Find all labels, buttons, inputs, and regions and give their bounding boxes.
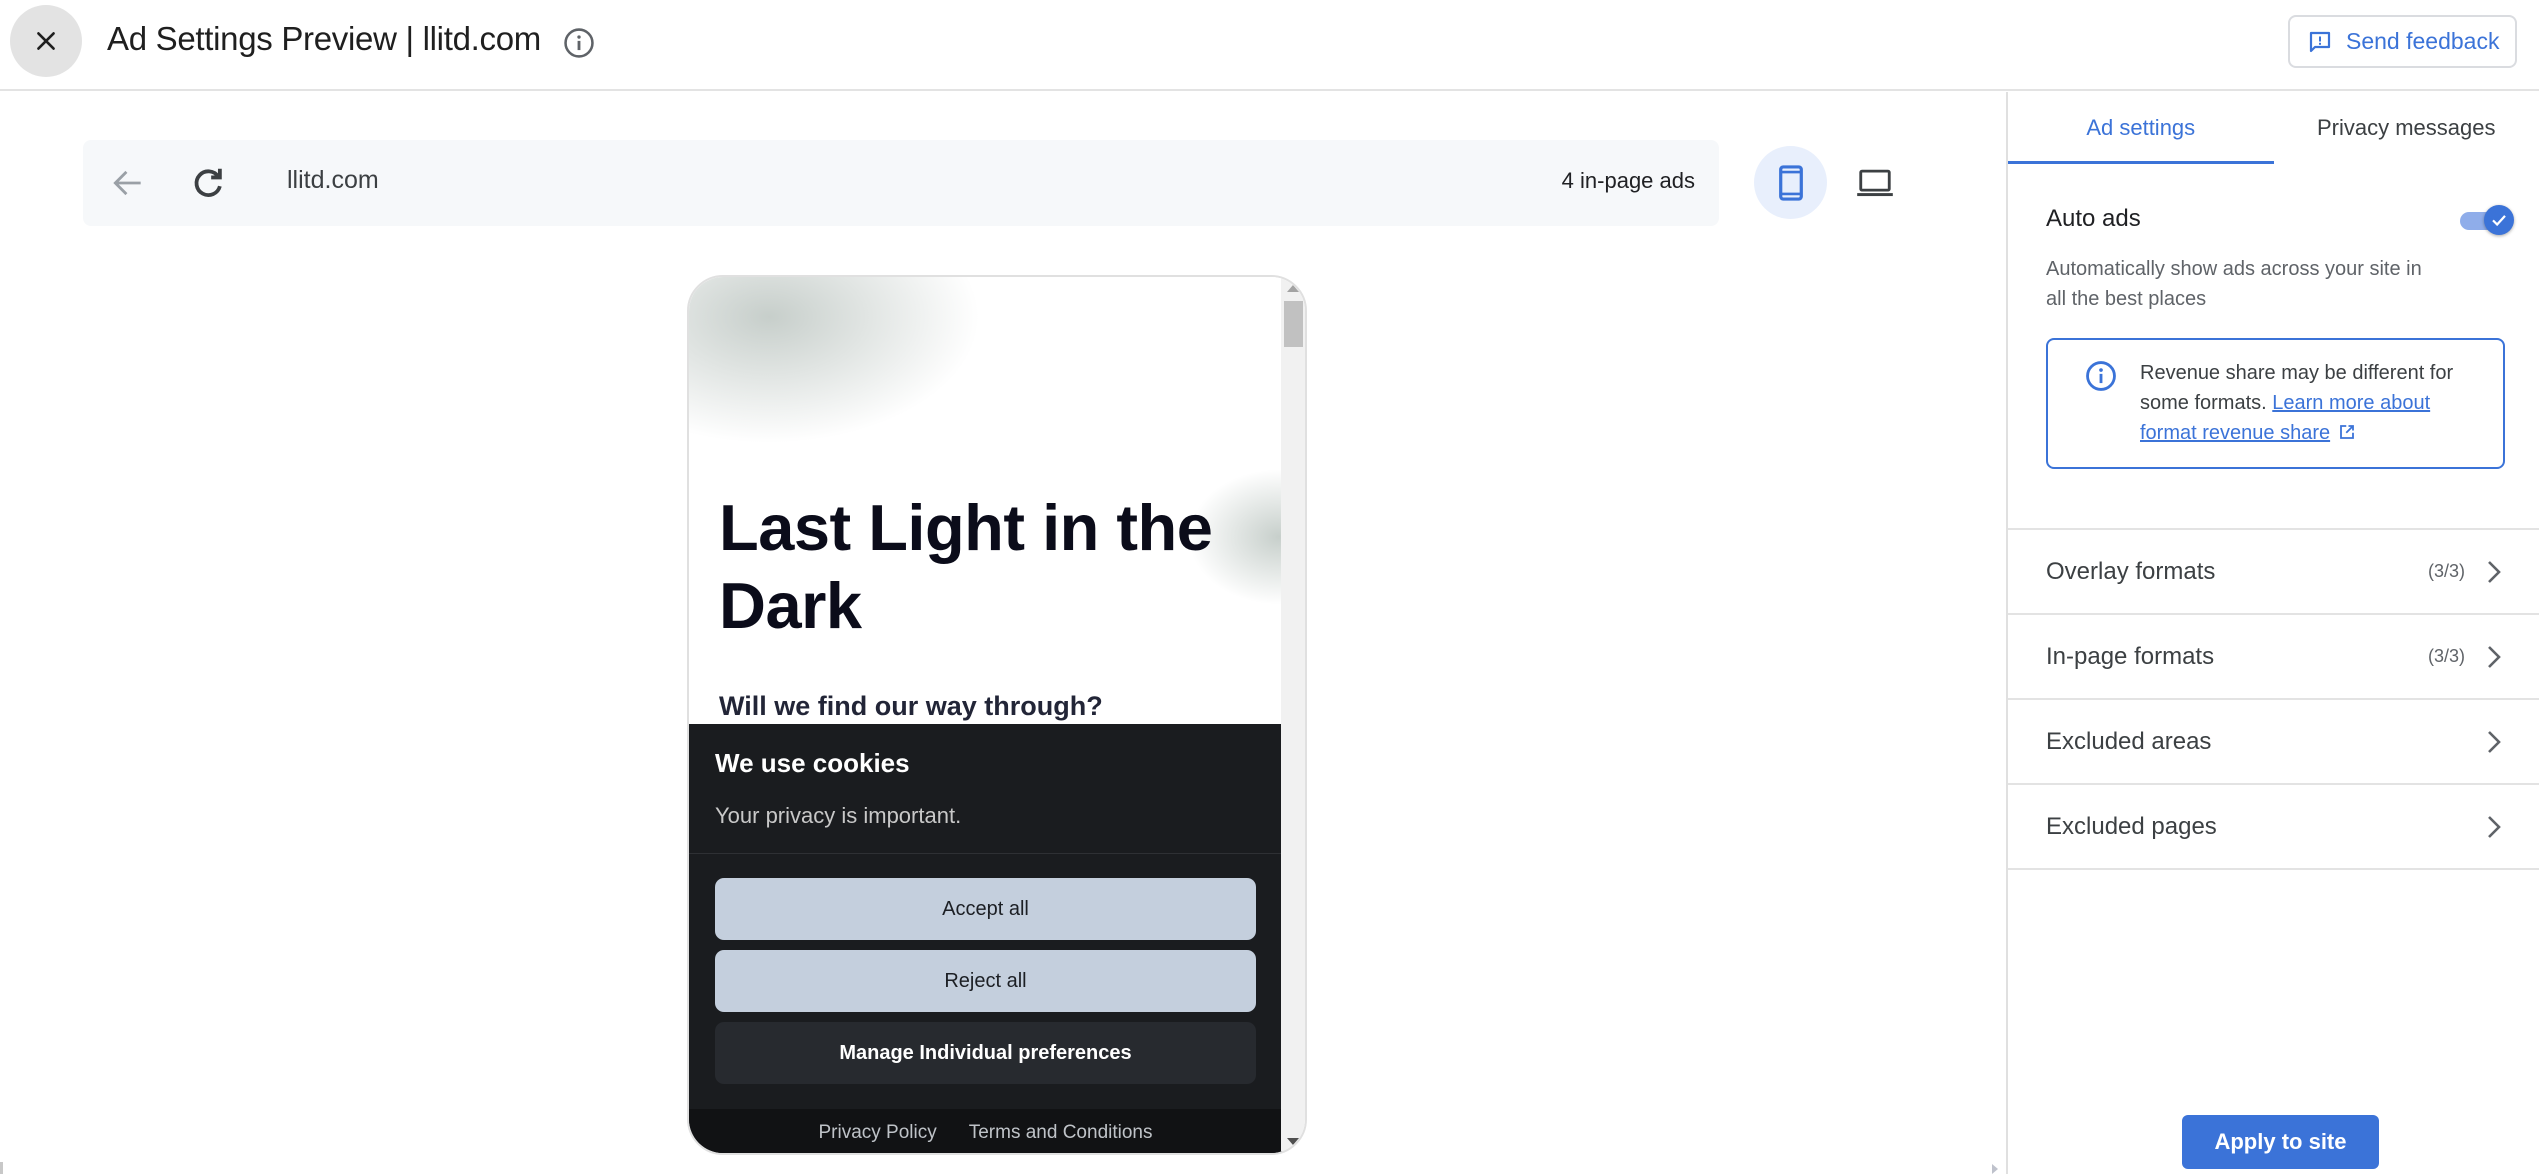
section-count: (3/3) xyxy=(2427,646,2465,666)
address-bar: llitd.com 4 in-page ads xyxy=(83,140,1719,226)
feedback-icon xyxy=(2309,31,2331,52)
section-excluded-areas[interactable]: Excluded areas xyxy=(2008,700,2539,785)
arrow-back-icon[interactable] xyxy=(109,164,147,202)
cookie-title: We use cookies xyxy=(715,748,910,778)
check-icon xyxy=(2492,215,2506,227)
chevron-right-icon xyxy=(2488,561,2501,583)
accept-all-button[interactable]: Accept all xyxy=(715,878,1256,940)
preview-area: llitd.com 4 in-page ads Last Light in th… xyxy=(0,92,2006,1174)
article-title: Last Light in the Dark xyxy=(719,491,1213,642)
revenue-share-text: Revenue share may be different for some … xyxy=(2140,358,2490,448)
section-excluded-pages[interactable]: Excluded pages xyxy=(2008,785,2539,870)
page-title: Ad Settings Preview | llitd.com xyxy=(107,20,541,57)
section-label: Overlay formats xyxy=(2046,557,2216,585)
preview-scrollbar[interactable] xyxy=(1281,277,1305,1153)
site-preview: Last Light in the Dark Will we find our … xyxy=(689,277,1282,1153)
scroll-right-arrow[interactable] xyxy=(1992,1164,1998,1174)
horizontal-scrollbar-thumb[interactable] xyxy=(0,1162,3,1174)
chevron-right-icon xyxy=(2488,816,2501,838)
ads-count-label: 4 in-page ads xyxy=(1561,168,1695,193)
mobile-preview-frame: Last Light in the Dark Will we find our … xyxy=(687,275,1307,1155)
auto-ads-description: Automatically show ads across your site … xyxy=(2046,258,2422,310)
send-feedback-label: Send feedback xyxy=(2346,28,2500,54)
revenue-share-notice: Revenue share may be different for some … xyxy=(2046,338,2505,469)
info-icon[interactable] xyxy=(562,26,596,60)
section-label: In-page formats xyxy=(2046,642,2215,670)
article-subtitle: Will we find our way through? xyxy=(719,691,1103,721)
laptop-icon xyxy=(1856,169,1893,196)
section-overlay-formats[interactable]: Overlay formats (3/3) xyxy=(2008,530,2539,615)
section-label: Excluded pages xyxy=(2046,812,2217,840)
smartphone-icon xyxy=(1778,164,1803,201)
url-text: llitd.com xyxy=(287,166,379,194)
close-button[interactable] xyxy=(10,5,82,77)
open-in-new-icon[interactable] xyxy=(2338,423,2356,441)
info-icon xyxy=(2086,361,2116,391)
top-bar: Ad Settings Preview | llitd.com Send fee… xyxy=(0,0,2539,91)
scroll-up-arrow[interactable] xyxy=(1287,285,1299,292)
close-icon xyxy=(37,32,55,50)
toggle-knob xyxy=(2484,205,2514,235)
chevron-right-icon xyxy=(2488,646,2501,668)
section-count: (3/3) xyxy=(2427,561,2465,581)
reject-all-button[interactable]: Reject all xyxy=(715,950,1256,1012)
reload-icon[interactable] xyxy=(189,164,227,202)
cookie-banner: We use cookies Your privacy is important… xyxy=(689,724,1282,1153)
privacy-policy-link[interactable]: Privacy Policy xyxy=(818,1122,936,1144)
desktop-view-button[interactable] xyxy=(1838,146,1911,219)
cookie-text: Your privacy is important. xyxy=(715,803,962,828)
mobile-view-button[interactable] xyxy=(1754,146,1827,219)
section-label: Excluded areas xyxy=(2046,727,2212,755)
section-in-page-formats[interactable]: In-page formats (3/3) xyxy=(2008,615,2539,700)
auto-ads-label: Auto ads xyxy=(2046,205,2141,232)
cookie-footer: Privacy Policy Terms and Conditions xyxy=(689,1109,1282,1153)
chevron-right-icon xyxy=(2488,731,2501,753)
manage-preferences-button[interactable]: Manage Individual preferences xyxy=(715,1022,1256,1084)
auto-ads-toggle[interactable] xyxy=(2458,205,2516,235)
tab-ad-settings[interactable]: Ad settings xyxy=(2008,92,2274,164)
cookie-divider xyxy=(689,853,1282,854)
settings-sections: Overlay formats (3/3) In-page formats (3… xyxy=(2008,528,2539,870)
settings-panel: Ad settings Privacy messages Auto ads Au… xyxy=(2006,92,2539,1174)
terms-link[interactable]: Terms and Conditions xyxy=(969,1122,1153,1144)
scroll-thumb[interactable] xyxy=(1284,301,1303,347)
send-feedback-button[interactable]: Send feedback xyxy=(2288,15,2517,68)
tab-privacy-messages[interactable]: Privacy messages xyxy=(2274,92,2539,164)
apply-to-site-button[interactable]: Apply to site xyxy=(2182,1115,2379,1169)
scroll-down-arrow[interactable] xyxy=(1287,1138,1299,1145)
panel-tabs: Ad settings Privacy messages xyxy=(2008,92,2539,164)
